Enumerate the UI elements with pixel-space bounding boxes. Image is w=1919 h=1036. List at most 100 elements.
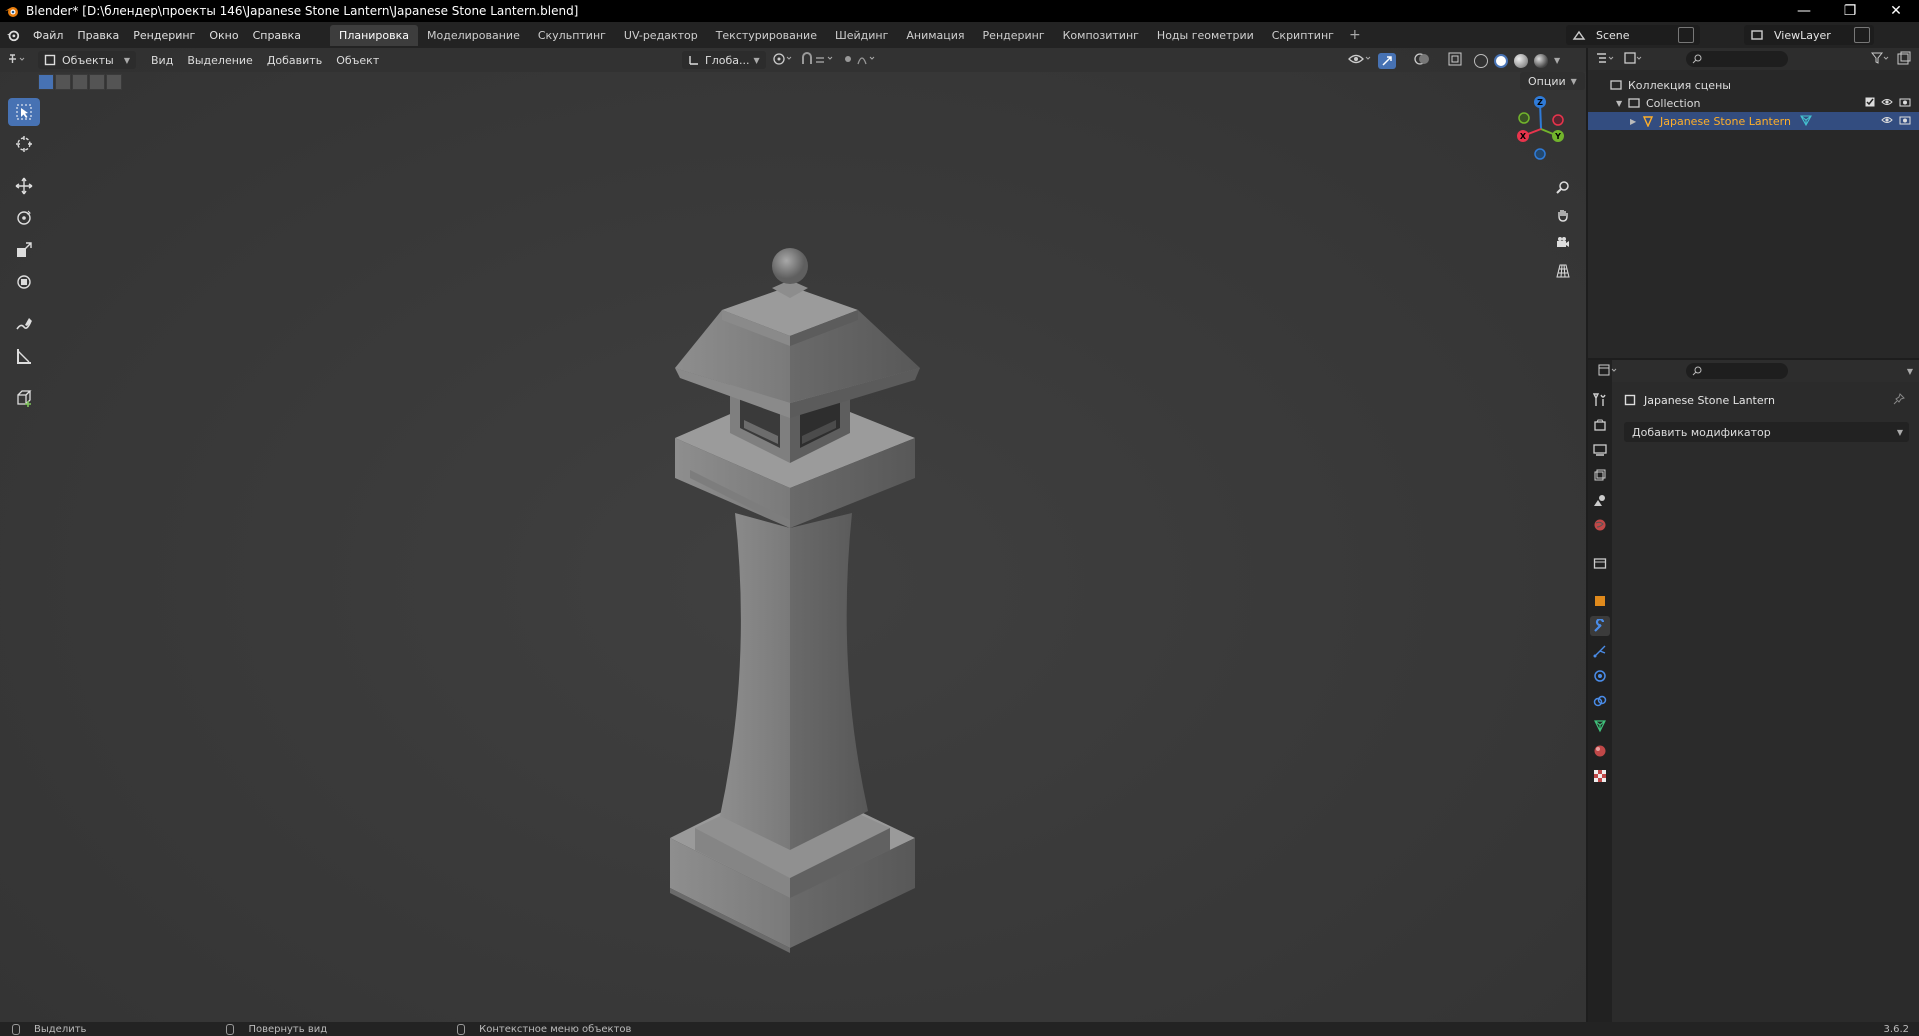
transform-tool-icon[interactable] <box>8 268 40 296</box>
camera-view-icon[interactable] <box>1552 232 1574 254</box>
zoom-icon[interactable] <box>1552 176 1574 198</box>
new-collection-icon[interactable] <box>1897 51 1911 68</box>
perspective-toggle-icon[interactable] <box>1552 260 1574 282</box>
menu-edit[interactable]: Правка <box>70 29 126 42</box>
select-new-icon[interactable] <box>38 74 54 90</box>
add-workspace-button[interactable]: + <box>1343 27 1367 43</box>
new-view-layer-icon[interactable] <box>1854 27 1870 43</box>
wireframe-shading-icon[interactable] <box>1474 53 1488 68</box>
menu-help[interactable]: Справка <box>246 29 308 42</box>
tree-row-scene-collection[interactable]: Коллекция сцены <box>1588 76 1919 94</box>
menu-object[interactable]: Объект <box>329 54 386 67</box>
view-layer-selector[interactable]: ViewLayer <box>1744 25 1874 45</box>
add-modifier-dropdown[interactable]: Добавить модификатор ▼ <box>1624 422 1909 442</box>
options-dropdown[interactable]: Опции ▼ <box>1520 72 1585 90</box>
eye-icon[interactable] <box>1881 97 1893 110</box>
select-extend-icon[interactable] <box>55 74 71 90</box>
menu-add[interactable]: Добавить <box>260 54 329 67</box>
scene-selector[interactable]: Scene <box>1566 25 1700 45</box>
gizmo-toggle-icon[interactable] <box>1378 52 1396 69</box>
tab-geometry-nodes[interactable]: Ноды геометрии <box>1148 25 1263 46</box>
menu-view[interactable]: Вид <box>144 54 180 67</box>
3d-viewport[interactable]: Объекты ▼ Вид Выделение Добавить Объект … <box>0 48 1586 1022</box>
eye-icon[interactable] <box>1881 115 1893 128</box>
cursor-tool-icon[interactable] <box>8 130 40 158</box>
tab-shading[interactable]: Шейдинг <box>826 25 897 46</box>
rotate-tool-icon[interactable] <box>8 204 40 232</box>
scale-tool-icon[interactable] <box>8 236 40 264</box>
data-tab-icon[interactable] <box>1590 716 1610 736</box>
tab-compositing[interactable]: Композитинг <box>1054 25 1148 46</box>
tab-uv-editing[interactable]: UV-редактор <box>615 25 707 46</box>
exclude-checkbox-icon[interactable] <box>1865 97 1875 110</box>
object-tab-icon[interactable] <box>1590 591 1610 611</box>
tab-layout[interactable]: Планировка <box>330 24 419 46</box>
xray-icon[interactable] <box>1448 52 1462 69</box>
world-tab-icon[interactable] <box>1590 515 1610 535</box>
new-scene-icon[interactable] <box>1678 27 1694 43</box>
restore-button[interactable]: ❐ <box>1827 0 1873 22</box>
select-subtract-icon[interactable] <box>72 74 88 90</box>
menu-window[interactable]: Окно <box>202 29 245 42</box>
scene-tab-icon[interactable] <box>1590 490 1610 510</box>
solid-shading-icon[interactable] <box>1494 53 1508 68</box>
menu-file[interactable]: Файл <box>26 29 70 42</box>
pan-hand-icon[interactable] <box>1552 204 1574 226</box>
properties-search-input[interactable] <box>1686 363 1788 379</box>
tab-animation[interactable]: Анимация <box>897 25 973 46</box>
physics-tab-icon[interactable] <box>1590 666 1610 686</box>
snap-icon[interactable] <box>800 51 836 69</box>
select-invert-icon[interactable] <box>89 74 105 90</box>
outliner-search-input[interactable] <box>1686 51 1788 67</box>
minimize-button[interactable]: — <box>1781 0 1827 22</box>
chevron-down-icon[interactable]: ▼ <box>1907 367 1913 376</box>
chevron-down-icon[interactable]: ▼ <box>1554 56 1560 65</box>
pin-icon[interactable] <box>1893 392 1905 408</box>
texture-tab-icon[interactable] <box>1590 766 1610 786</box>
tree-row-collection[interactable]: ▼ Collection <box>1588 94 1919 112</box>
render-tab-icon[interactable] <box>1590 415 1610 435</box>
outliner-editor-type-icon[interactable] <box>1596 52 1616 67</box>
blender-menu-icon[interactable] <box>0 28 26 42</box>
tab-texture-paint[interactable]: Текстурирование <box>707 25 826 46</box>
overlays-icon[interactable] <box>1414 52 1432 69</box>
editor-type-icon[interactable] <box>0 53 32 68</box>
expand-arrow-icon[interactable]: ▶ <box>1630 117 1642 126</box>
render-camera-icon[interactable] <box>1899 97 1911 110</box>
particles-tab-icon[interactable] <box>1590 641 1610 661</box>
menu-render[interactable]: Рендеринг <box>126 29 202 42</box>
tree-row-object[interactable]: ▶ Japanese Stone Lantern <box>1588 112 1919 130</box>
proportional-editing-icon[interactable] <box>842 52 878 69</box>
select-intersect-icon[interactable] <box>106 74 122 90</box>
japanese-stone-lantern-model[interactable] <box>640 238 940 998</box>
mesh-data-icon[interactable] <box>1800 114 1812 129</box>
material-tab-icon[interactable] <box>1590 741 1610 761</box>
modifier-tab-icon[interactable] <box>1590 616 1610 636</box>
properties-editor-type-icon[interactable] <box>1598 364 1620 379</box>
measure-tool-icon[interactable] <box>8 342 40 370</box>
close-window-button[interactable]: ✕ <box>1873 0 1919 22</box>
filter-icon[interactable] <box>1870 52 1889 67</box>
navigation-gizmo[interactable]: Z Y X <box>1508 96 1574 162</box>
annotate-tool-icon[interactable] <box>8 310 40 338</box>
tool-tab-icon[interactable] <box>1590 390 1610 410</box>
render-camera-icon[interactable] <box>1899 115 1911 128</box>
tab-modeling[interactable]: Моделирование <box>418 25 529 46</box>
add-cube-tool-icon[interactable] <box>8 384 40 412</box>
visibility-icon[interactable] <box>1348 52 1372 69</box>
move-tool-icon[interactable] <box>8 172 40 200</box>
output-tab-icon[interactable] <box>1590 440 1610 460</box>
display-mode-icon[interactable] <box>1624 51 1644 67</box>
pivot-point-icon[interactable] <box>772 52 794 69</box>
interaction-mode-dropdown[interactable]: Объекты ▼ <box>38 51 136 69</box>
rendered-shading-icon[interactable] <box>1534 53 1548 68</box>
view-layer-tab-icon[interactable] <box>1590 465 1610 485</box>
expand-arrow-icon[interactable]: ▼ <box>1616 99 1628 108</box>
orientation-dropdown[interactable]: Глоба... ▼ <box>682 51 766 69</box>
tab-sculpting[interactable]: Скульптинг <box>529 25 615 46</box>
constraints-tab-icon[interactable] <box>1590 691 1610 711</box>
menu-select[interactable]: Выделение <box>180 54 260 67</box>
material-shading-icon[interactable] <box>1514 53 1528 68</box>
collection-tab-icon[interactable] <box>1590 553 1610 573</box>
select-box-tool-icon[interactable] <box>8 98 40 126</box>
